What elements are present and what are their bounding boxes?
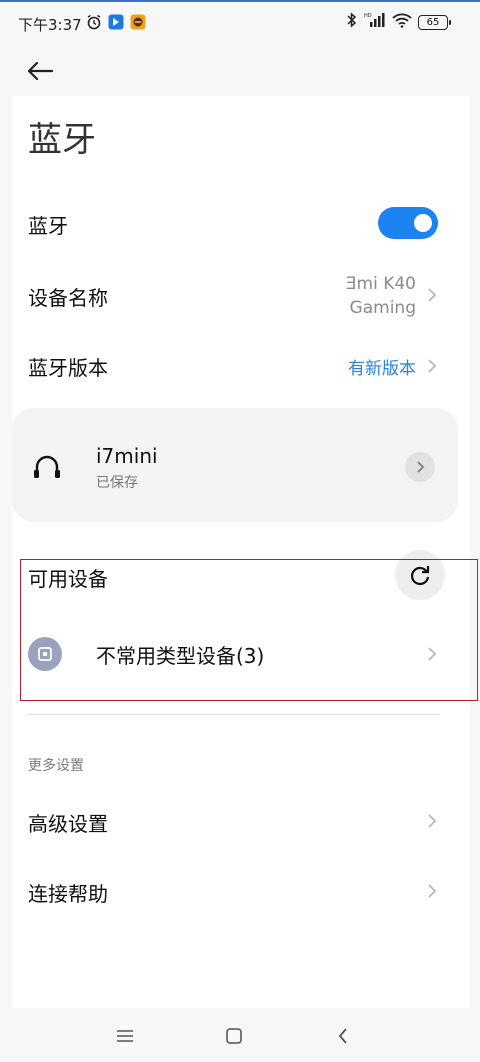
saved-device-status: 已保存 bbox=[96, 475, 138, 491]
bluetooth-label: 蓝牙 bbox=[28, 214, 68, 238]
device-name-value: Ǝmi K40 Gaming bbox=[345, 274, 416, 318]
chevron-right-icon bbox=[427, 813, 437, 829]
status-bar: 下午3:37 HD 65 bbox=[0, 2, 480, 42]
version-label: 蓝牙版本 bbox=[28, 356, 108, 380]
status-left-icons bbox=[86, 14, 146, 30]
menu-icon[interactable] bbox=[113, 1024, 137, 1048]
arrow-left-icon bbox=[27, 61, 54, 81]
home-icon[interactable] bbox=[222, 1024, 246, 1048]
alarm-icon bbox=[86, 14, 102, 30]
back-icon[interactable] bbox=[331, 1024, 355, 1048]
app-notification-orange-icon bbox=[130, 14, 146, 30]
app-notification-blue-icon bbox=[108, 14, 124, 30]
new-version-link[interactable]: 有新版本 bbox=[348, 354, 416, 379]
more-settings-header: 更多设置 bbox=[28, 758, 84, 774]
chevron-right-icon bbox=[427, 883, 437, 899]
device-detail-button[interactable] bbox=[405, 452, 435, 482]
svg-text:HD: HD bbox=[364, 13, 372, 19]
status-right-icons: HD 65 bbox=[346, 12, 451, 32]
battery-icon: 65 bbox=[418, 14, 451, 30]
chevron-right-icon bbox=[427, 358, 437, 374]
back-button[interactable] bbox=[26, 58, 56, 84]
headphones-icon bbox=[32, 452, 62, 480]
chevron-right-icon bbox=[417, 461, 425, 473]
chevron-right-icon bbox=[427, 287, 437, 303]
highlight-box bbox=[20, 559, 478, 701]
hd-signal-icon: HD bbox=[364, 12, 386, 32]
toggle-knob bbox=[414, 214, 432, 232]
divider bbox=[28, 714, 440, 715]
bluetooth-toggle[interactable] bbox=[378, 207, 438, 239]
page-title: 蓝牙 bbox=[28, 120, 96, 160]
saved-device-card[interactable] bbox=[12, 408, 458, 522]
wifi-icon bbox=[392, 12, 412, 32]
status-time: 下午3:37 bbox=[18, 16, 82, 34]
navigation-bar bbox=[0, 1008, 480, 1062]
connection-help-label: 连接帮助 bbox=[28, 882, 108, 906]
device-name-label: 设备名称 bbox=[28, 286, 108, 310]
bluetooth-icon bbox=[346, 12, 358, 32]
saved-device-name: i7mini bbox=[96, 444, 158, 468]
advanced-settings-label: 高级设置 bbox=[28, 812, 108, 836]
